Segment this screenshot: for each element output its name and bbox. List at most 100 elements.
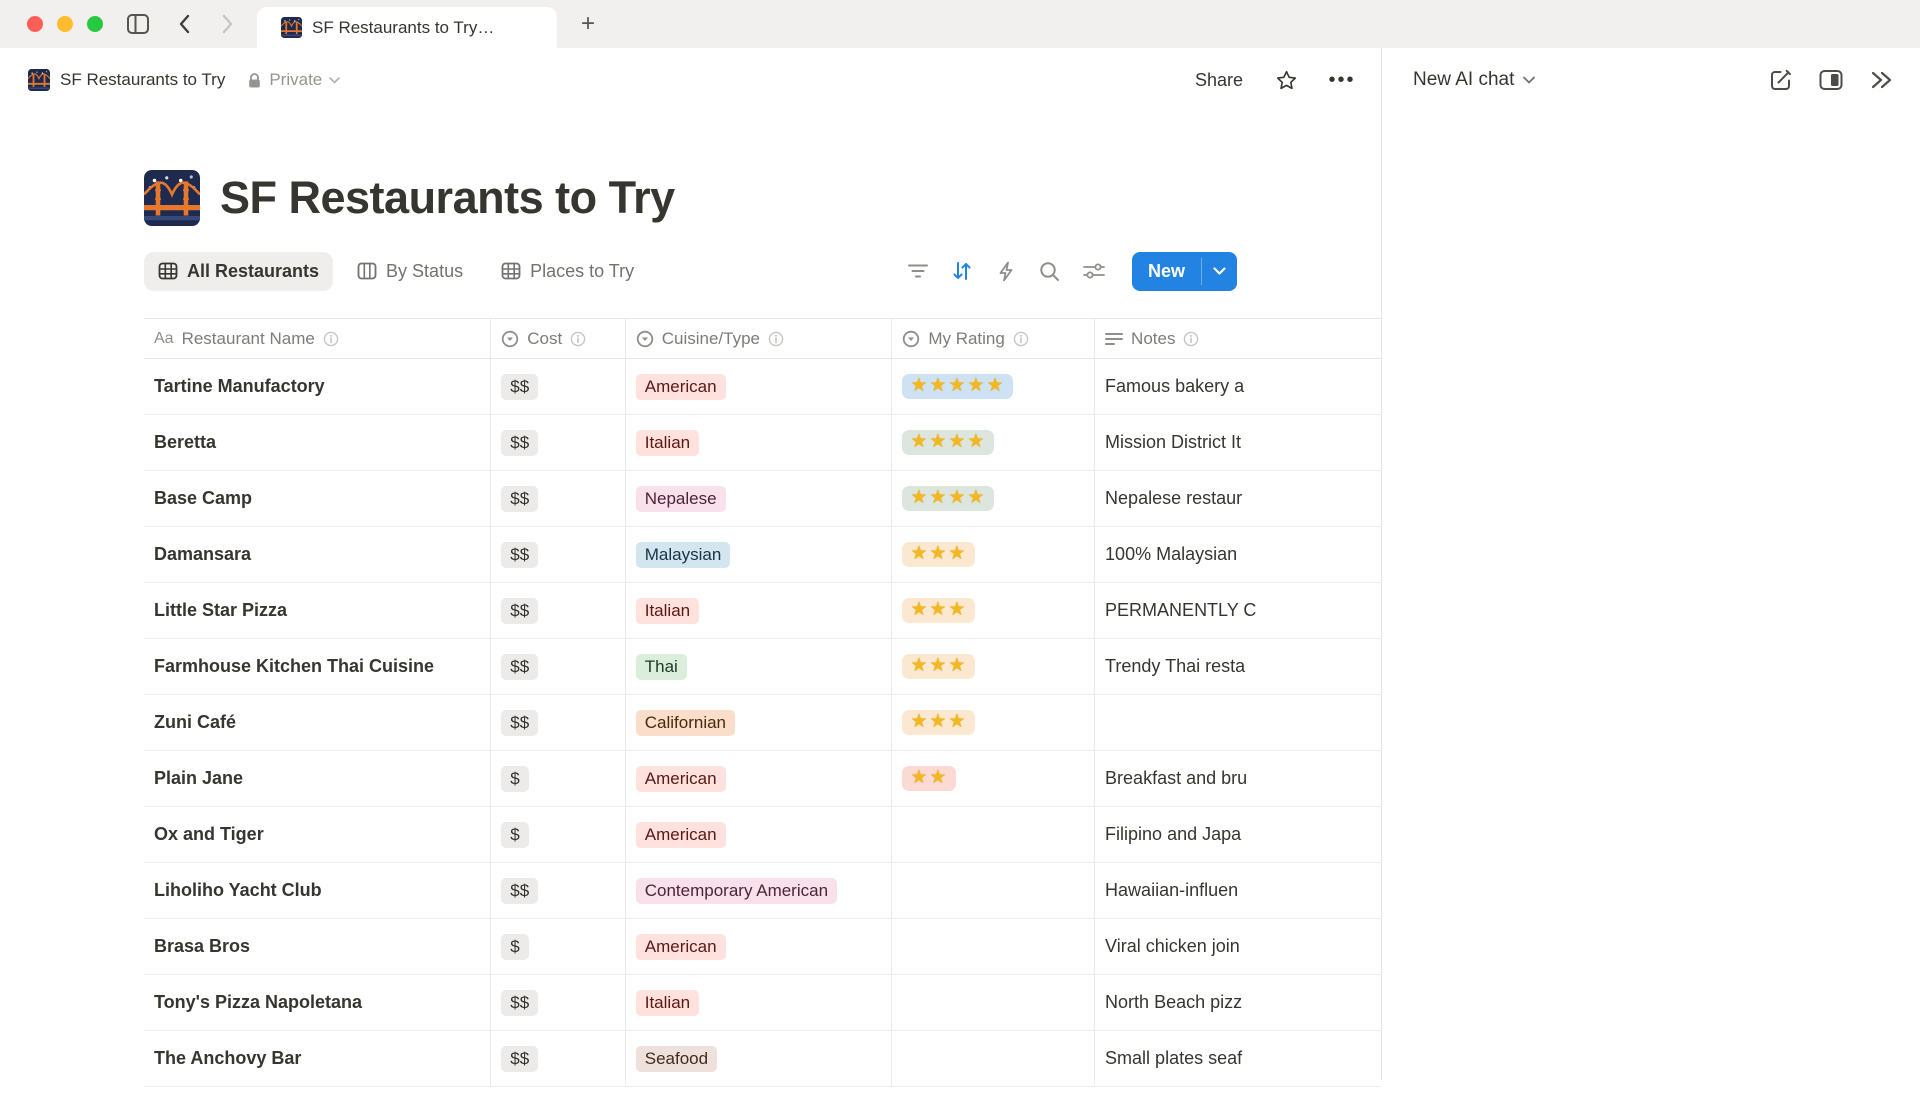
cuisine-cell[interactable]: Malaysian bbox=[626, 527, 893, 582]
collapse-sidebar-chevrons-icon[interactable] bbox=[1868, 67, 1894, 93]
rating-cell[interactable] bbox=[892, 919, 1095, 974]
view-tab-by-status[interactable]: By Status bbox=[343, 252, 477, 291]
close-window-button[interactable] bbox=[27, 16, 43, 32]
cost-cell[interactable]: $$ bbox=[491, 863, 625, 918]
table-row[interactable]: Base Camp$$Nepalese★★★★Nepalese restaur bbox=[144, 471, 1381, 527]
restaurant-name-cell[interactable]: Little Star Pizza bbox=[144, 583, 491, 638]
cuisine-cell[interactable]: Italian bbox=[626, 975, 893, 1030]
rating-cell[interactable] bbox=[892, 1031, 1095, 1086]
rating-cell[interactable] bbox=[892, 807, 1095, 862]
table-row[interactable]: Little Star Pizza$$Italian★★★PERMANENTLY… bbox=[144, 583, 1381, 639]
notes-cell[interactable]: North Beach pizz bbox=[1095, 975, 1381, 1030]
notes-cell[interactable]: Nepalese restaur bbox=[1095, 471, 1381, 526]
column-header-restaurant-name[interactable]: Aa Restaurant Name bbox=[144, 319, 491, 358]
table-row[interactable]: Beretta$$Italian★★★★Mission District It bbox=[144, 415, 1381, 471]
info-icon[interactable] bbox=[323, 331, 339, 347]
new-record-button[interactable]: New bbox=[1132, 252, 1237, 291]
view-settings-icon[interactable] bbox=[1082, 259, 1106, 283]
cost-cell[interactable]: $$ bbox=[491, 471, 625, 526]
page-icon-bridge-emoji[interactable] bbox=[144, 170, 200, 226]
new-button-dropdown[interactable] bbox=[1202, 252, 1237, 291]
cost-cell[interactable]: $$ bbox=[491, 975, 625, 1030]
restaurant-name-cell[interactable]: Base Camp bbox=[144, 471, 491, 526]
compose-new-chat-icon[interactable] bbox=[1768, 67, 1794, 93]
cost-cell[interactable]: $ bbox=[491, 751, 625, 806]
back-button-icon[interactable] bbox=[172, 12, 196, 36]
notes-cell[interactable]: Trendy Thai resta bbox=[1095, 639, 1381, 694]
cuisine-cell[interactable]: Italian bbox=[626, 583, 893, 638]
view-tab-all-restaurants[interactable]: All Restaurants bbox=[144, 252, 333, 291]
notes-cell[interactable]: PERMANENTLY C bbox=[1095, 583, 1381, 638]
rating-cell[interactable]: ★★★★ bbox=[892, 415, 1095, 470]
table-row[interactable]: Ox and Tiger$AmericanFilipino and Japa bbox=[144, 807, 1381, 863]
restaurant-name-cell[interactable]: Plain Jane bbox=[144, 751, 491, 806]
restaurant-name-cell[interactable]: Damansara bbox=[144, 527, 491, 582]
notes-cell[interactable]: Mission District It bbox=[1095, 415, 1381, 470]
cost-cell[interactable]: $ bbox=[491, 807, 625, 862]
notes-cell[interactable]: Filipino and Japa bbox=[1095, 807, 1381, 862]
info-icon[interactable] bbox=[768, 331, 784, 347]
cuisine-cell[interactable]: American bbox=[626, 807, 893, 862]
restaurant-name-cell[interactable]: Tartine Manufactory bbox=[144, 359, 491, 414]
restaurant-name-cell[interactable]: Liholiho Yacht Club bbox=[144, 863, 491, 918]
restaurant-name-cell[interactable]: Farmhouse Kitchen Thai Cuisine bbox=[144, 639, 491, 694]
cost-cell[interactable]: $$ bbox=[491, 1031, 625, 1086]
restaurant-name-cell[interactable]: Brasa Bros bbox=[144, 919, 491, 974]
table-row[interactable]: Tony's Pizza Napoletana$$Italian North Be… bbox=[144, 975, 1381, 1031]
table-row[interactable]: Zuni Café$$Californian★★★ bbox=[144, 695, 1381, 751]
cost-cell[interactable]: $$ bbox=[491, 639, 625, 694]
notes-cell[interactable]: Famous bakery a bbox=[1095, 359, 1381, 414]
rating-cell[interactable] bbox=[892, 975, 1095, 1030]
restaurant-name-cell[interactable]: The Anchovy Bar bbox=[144, 1031, 491, 1086]
notes-cell[interactable] bbox=[1095, 695, 1381, 750]
column-header-cost[interactable]: Cost bbox=[491, 319, 625, 358]
column-header-notes[interactable]: Notes bbox=[1095, 319, 1381, 358]
table-row[interactable]: Brasa Bros$American Viral chicken join bbox=[144, 919, 1381, 975]
column-header-cuisine[interactable]: Cuisine/Type bbox=[626, 319, 893, 358]
cuisine-cell[interactable]: Thai bbox=[626, 639, 893, 694]
favorite-star-icon[interactable] bbox=[1273, 67, 1299, 93]
table-row[interactable]: Damansara$$Malaysian★★★100% Malaysian bbox=[144, 527, 1381, 583]
lightning-icon[interactable] bbox=[994, 259, 1018, 283]
privacy-dropdown[interactable]: Private bbox=[247, 70, 340, 90]
table-row[interactable]: Liholiho Yacht Club$$Contemporary Americ… bbox=[144, 863, 1381, 919]
column-header-my-rating[interactable]: My Rating bbox=[892, 319, 1095, 358]
table-row[interactable]: The Anchovy Bar$$Seafood Small plates sea… bbox=[144, 1031, 1381, 1087]
sidebar-toggle-icon[interactable] bbox=[126, 12, 150, 36]
cuisine-cell[interactable]: American bbox=[626, 751, 893, 806]
cost-cell[interactable]: $ bbox=[491, 919, 625, 974]
cuisine-cell[interactable]: Seafood bbox=[626, 1031, 893, 1086]
cuisine-cell[interactable]: American bbox=[626, 919, 893, 974]
cost-cell[interactable]: $$ bbox=[491, 695, 625, 750]
notes-cell[interactable]: Viral chicken join bbox=[1095, 919, 1381, 974]
cuisine-cell[interactable]: Californian bbox=[626, 695, 893, 750]
cuisine-cell[interactable]: Nepalese bbox=[626, 471, 893, 526]
forward-button-icon[interactable] bbox=[216, 12, 240, 36]
rating-cell[interactable]: ★★★ bbox=[892, 583, 1095, 638]
rating-cell[interactable]: ★★★ bbox=[892, 695, 1095, 750]
info-icon[interactable] bbox=[1013, 331, 1029, 347]
table-row[interactable]: Farmhouse Kitchen Thai Cuisine$$Thai★★★T… bbox=[144, 639, 1381, 695]
cuisine-cell[interactable]: American bbox=[626, 359, 893, 414]
new-button-label[interactable]: New bbox=[1132, 252, 1201, 291]
restaurant-name-cell[interactable]: Tony's Pizza Napoletana bbox=[144, 975, 491, 1030]
sort-icon[interactable] bbox=[950, 259, 974, 283]
table-row[interactable]: Plain Jane$American★★Breakfast and bru bbox=[144, 751, 1381, 807]
share-button[interactable]: Share bbox=[1195, 70, 1243, 91]
info-icon[interactable] bbox=[1183, 331, 1199, 347]
cuisine-cell[interactable]: Contemporary American bbox=[626, 863, 893, 918]
info-icon[interactable] bbox=[570, 331, 586, 347]
notes-cell[interactable]: 100% Malaysian bbox=[1095, 527, 1381, 582]
rating-cell[interactable]: ★★ bbox=[892, 751, 1095, 806]
cost-cell[interactable]: $$ bbox=[491, 415, 625, 470]
zoom-window-button[interactable] bbox=[87, 16, 103, 32]
cost-cell[interactable]: $$ bbox=[491, 583, 625, 638]
view-tab-places-to-try[interactable]: Places to Try bbox=[487, 252, 648, 291]
table-row[interactable]: Tartine Manufactory$$American★★★★★Famous… bbox=[144, 359, 1381, 415]
notes-cell[interactable]: Hawaiian-influen bbox=[1095, 863, 1381, 918]
panel-right-icon[interactable] bbox=[1818, 67, 1844, 93]
notes-cell[interactable]: Small plates seaf bbox=[1095, 1031, 1381, 1086]
more-options-button[interactable]: ••• bbox=[1329, 67, 1355, 93]
cuisine-cell[interactable]: Italian bbox=[626, 415, 893, 470]
search-icon[interactable] bbox=[1038, 259, 1062, 283]
